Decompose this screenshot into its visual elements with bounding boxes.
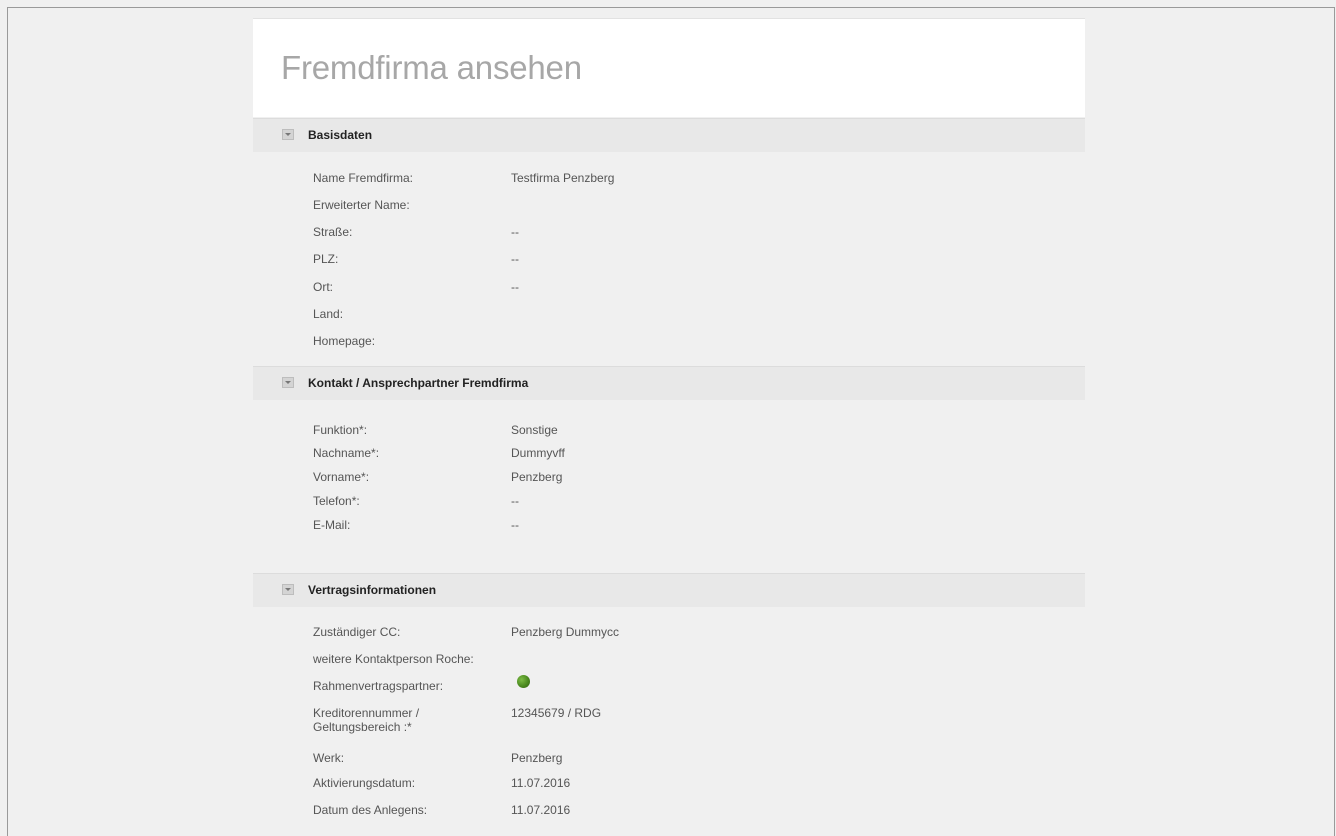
field-value: -- bbox=[511, 494, 519, 508]
field-value bbox=[511, 675, 530, 695]
section-label: Kontakt / Ansprechpartner Fremdfirma bbox=[308, 376, 529, 390]
section-header-kontakt[interactable]: Kontakt / Ansprechpartner Fremdfirma bbox=[253, 366, 1085, 400]
content-panel: Fremdfirma ansehen Basisdaten Name Fremd… bbox=[253, 18, 1085, 836]
field-label: Rahmenvertragspartner: bbox=[313, 679, 444, 693]
field-label: Nachname*: bbox=[313, 446, 380, 460]
field-value: 11.07.2016 bbox=[511, 776, 571, 790]
field-value: Sonstige bbox=[511, 423, 558, 437]
field-value: -- bbox=[511, 518, 519, 532]
field-label: weitere Kontaktperson Roche: bbox=[313, 652, 474, 666]
collapse-triangle-icon[interactable] bbox=[282, 377, 294, 388]
field-label: Werk: bbox=[313, 751, 345, 765]
field-label: Homepage: bbox=[313, 334, 376, 348]
field-label: PLZ: bbox=[313, 252, 339, 266]
field-value: -- bbox=[511, 225, 519, 239]
field-label: Funktion*: bbox=[313, 423, 368, 437]
field-value: Penzberg bbox=[511, 470, 563, 484]
field-label: Datum des Anlegens: bbox=[313, 803, 428, 817]
section-header-vertragsinformationen[interactable]: Vertragsinformationen bbox=[253, 573, 1085, 607]
field-value: Penzberg bbox=[511, 751, 563, 765]
field-value: 11.07.2016 bbox=[511, 803, 571, 817]
field-value: -- bbox=[511, 252, 519, 266]
section-header-basisdaten[interactable]: Basisdaten bbox=[253, 118, 1085, 152]
field-value: 12345679 / RDG bbox=[511, 706, 602, 720]
field-label: Vorname*: bbox=[313, 470, 370, 484]
collapse-triangle-icon[interactable] bbox=[282, 129, 294, 140]
field-label: Name Fremdfirma: bbox=[313, 171, 414, 185]
field-label: Erweiterter Name: bbox=[313, 198, 410, 212]
page-title: Fremdfirma ansehen bbox=[281, 49, 582, 86]
collapse-triangle-icon[interactable] bbox=[282, 584, 294, 595]
section-label: Basisdaten bbox=[308, 128, 373, 142]
section-label: Vertragsinformationen bbox=[308, 583, 437, 597]
status-dot-icon bbox=[517, 675, 530, 688]
field-label: Straße: bbox=[313, 225, 353, 239]
title-box: Fremdfirma ansehen bbox=[253, 18, 1085, 117]
field-value: -- bbox=[511, 280, 519, 294]
field-label: Zuständiger CC: bbox=[313, 625, 401, 639]
field-value: Testfirma Penzberg bbox=[511, 171, 615, 185]
field-label: Aktivierungsdatum: bbox=[313, 776, 416, 790]
field-label: Kreditorennummer / Geltungsbereich :* bbox=[313, 706, 420, 734]
field-value: Penzberg Dummycc bbox=[511, 625, 620, 639]
field-label: Ort: bbox=[313, 280, 333, 294]
field-value: Dummyvff bbox=[511, 446, 565, 460]
field-label: E-Mail: bbox=[313, 518, 351, 532]
field-label: Land: bbox=[313, 307, 344, 321]
field-label: Telefon*: bbox=[313, 494, 360, 508]
